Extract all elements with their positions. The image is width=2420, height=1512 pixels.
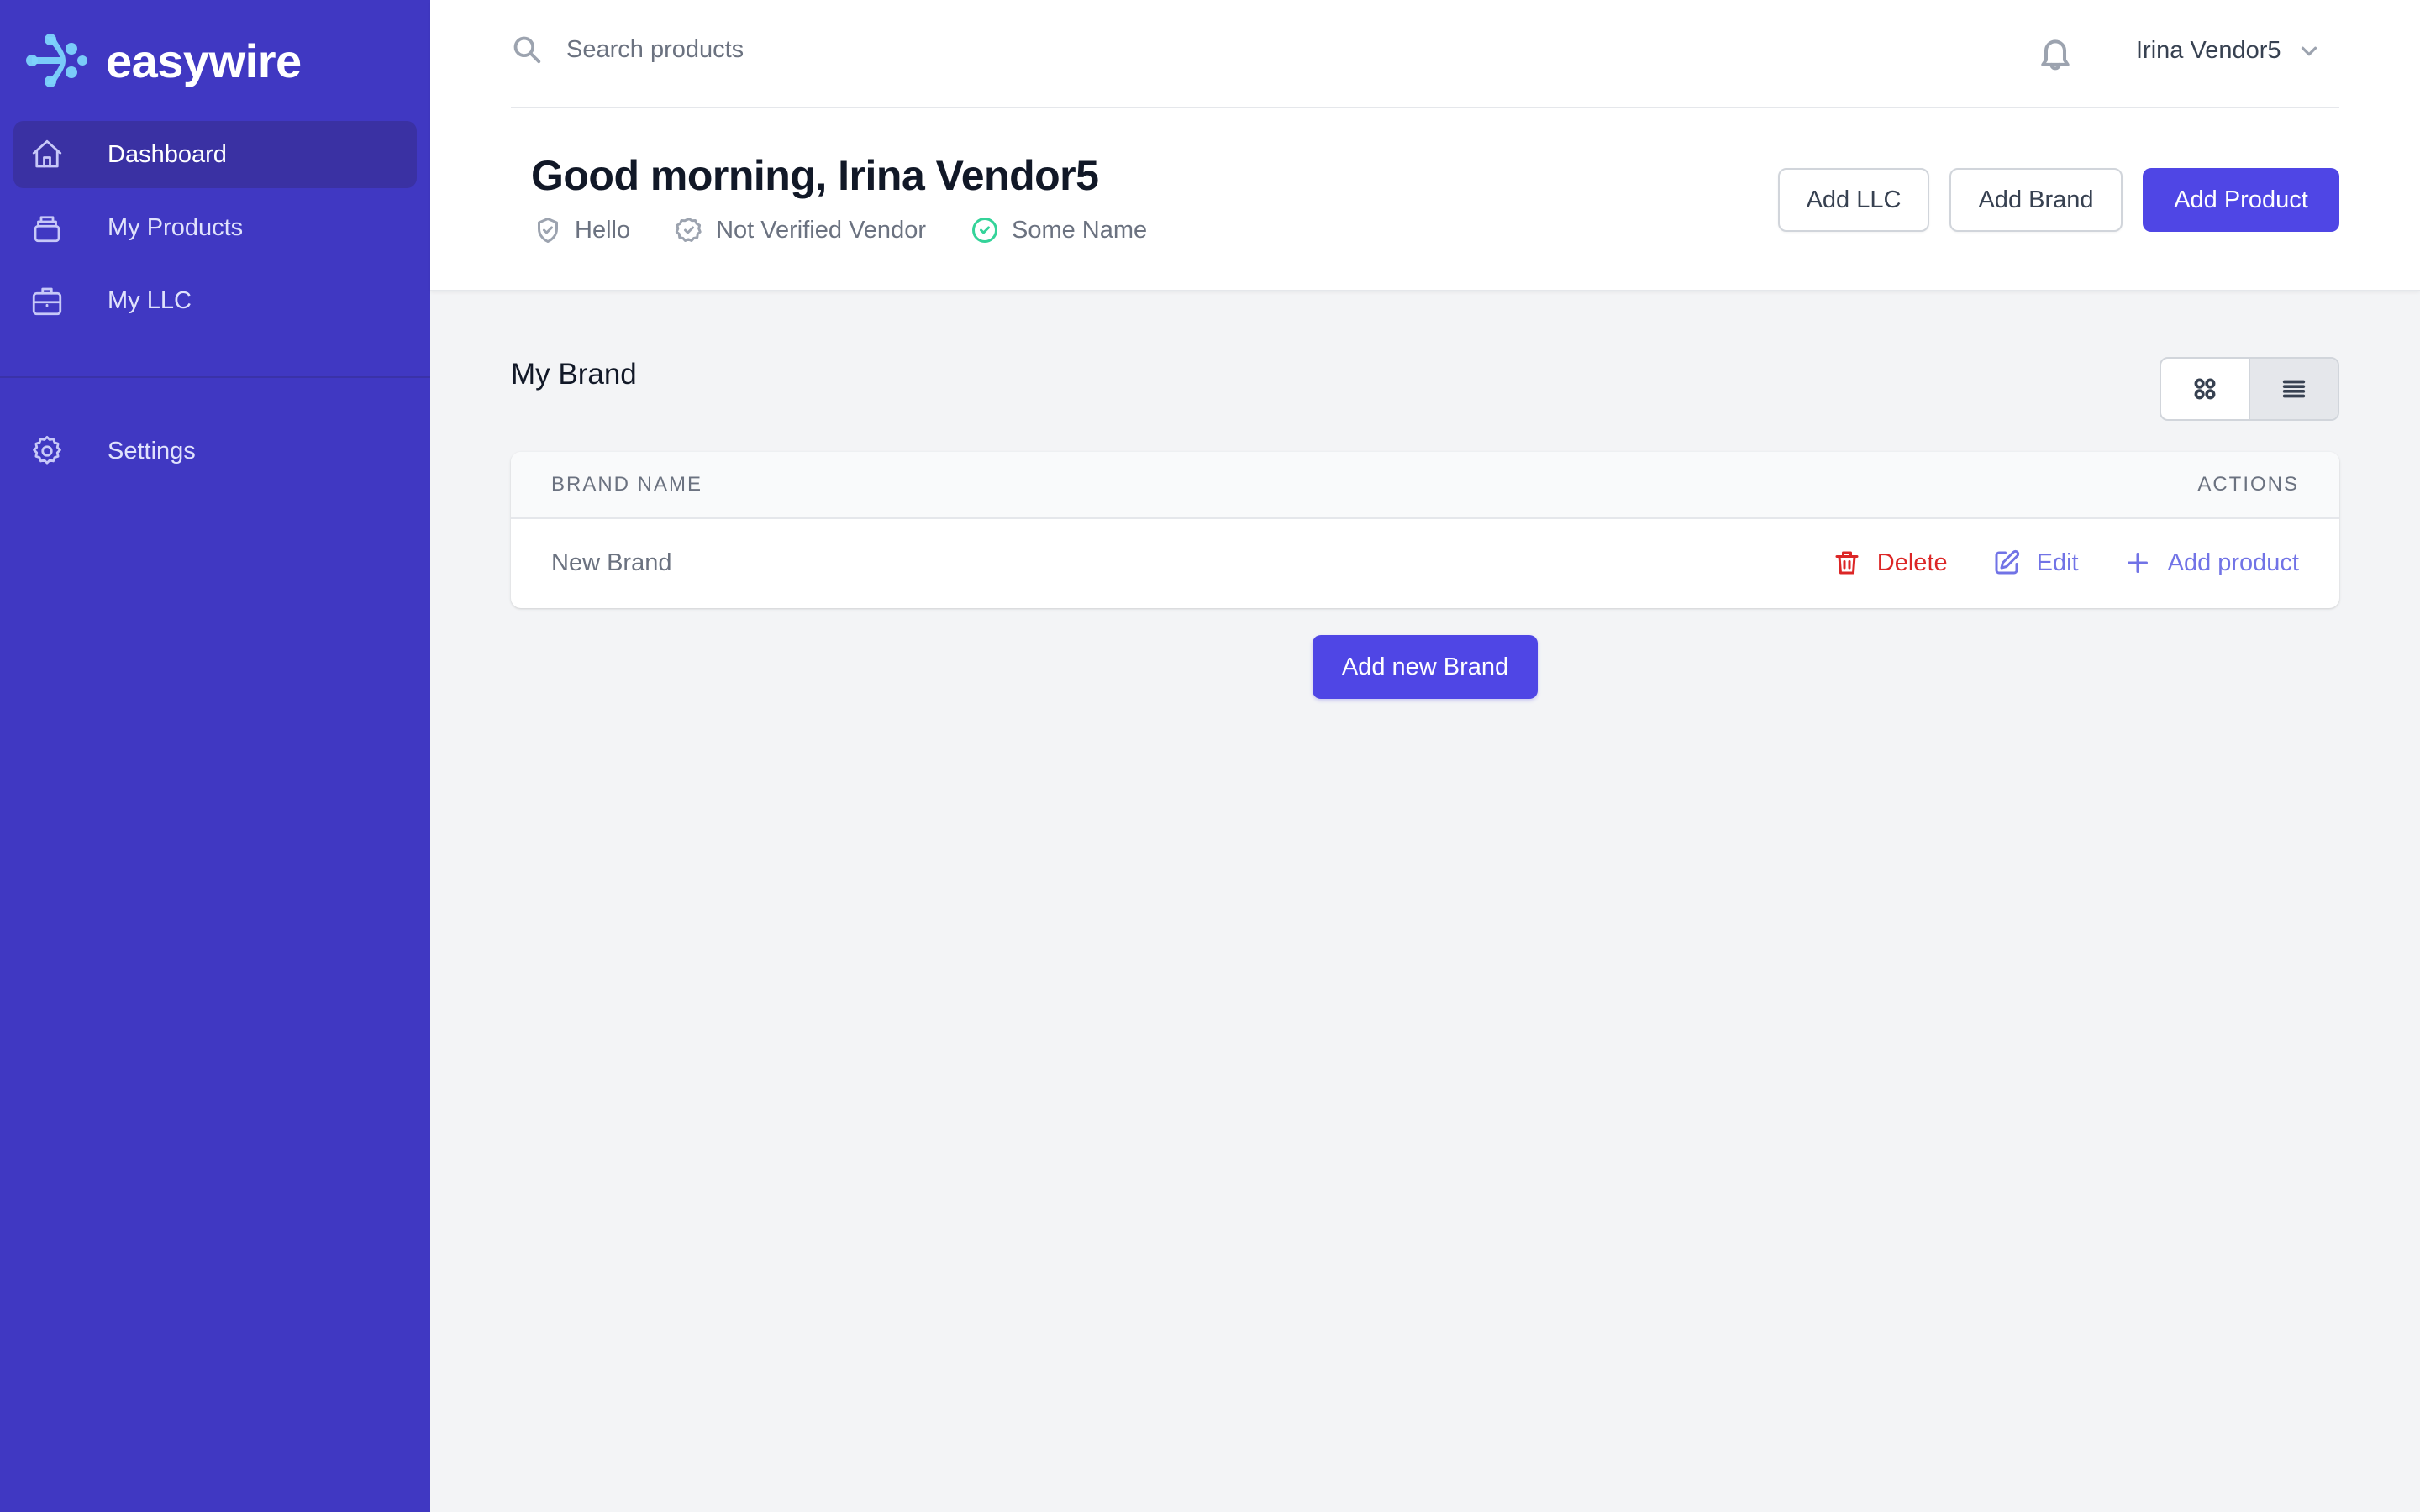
top-divider [511,107,2339,108]
bell-icon [2041,39,2070,71]
shield-check-icon [538,218,558,243]
add-product-button[interactable]: Add Product [2143,168,2339,232]
chevron-down-icon [2301,46,2317,55]
delete-button[interactable]: Delete [1832,548,1948,578]
search-bar [511,34,1323,66]
status-badge: Some Name [970,215,1147,245]
gear-icon [29,433,66,470]
sidebar-item-my-products[interactable]: My Products [13,194,417,261]
brand-table: BRAND NAME ACTIONS New Brand Delete Edit… [511,452,2339,608]
add-product-row-button[interactable]: Add product [2123,548,2299,578]
grid-icon [2194,378,2216,400]
grid-view-button[interactable] [2161,359,2249,419]
sidebar: easywire Dashboard My Products My LLC Se… [0,0,430,1512]
status-badge: Hello [533,215,630,245]
section-title: My Brand [511,358,637,391]
sidebar-item-label: My LLC [108,286,192,314]
view-toggle [2160,357,2339,421]
check-circle-icon [971,218,997,243]
column-header-actions: ACTIONS [2197,473,2299,496]
products-icon [29,209,66,246]
briefcase-icon [29,282,66,319]
home-icon [29,136,66,173]
add-new-brand-button[interactable]: Add new Brand [1313,635,1538,699]
list-view-button[interactable] [2249,359,2338,419]
add-brand-button[interactable]: Add Brand [1949,168,2123,232]
column-header-brand-name: BRAND NAME [551,473,703,496]
table-header: BRAND NAME ACTIONS [511,452,2339,519]
user-name: Irina Vendor5 [2136,37,2281,64]
easywire-logo-icon [26,34,87,87]
logo-text: easywire [106,34,302,87]
brand-name-cell: New Brand [551,549,672,576]
logo[interactable]: easywire [25,32,302,89]
plus-icon [2127,553,2148,573]
list-icon [2282,380,2306,398]
badge-check-icon [675,218,702,242]
sidebar-item-label: Settings [108,437,196,465]
edit-icon [1995,549,2019,575]
sidebar-item-label: My Products [108,213,244,241]
user-menu[interactable]: Irina Vendor5 [2136,37,2322,65]
row-actions: Delete Edit Add product [1788,548,2299,578]
status-badge: Not Verified Vendor [674,215,926,245]
table-row: New Brand Delete Edit Add product [511,519,2339,606]
notifications-button[interactable] [2037,34,2074,74]
status-badges: Hello Not Verified Vendor Some Name [533,215,1191,245]
sidebar-item-dashboard[interactable]: Dashboard [13,121,417,188]
sidebar-item-my-llc[interactable]: My LLC [13,267,417,334]
sidebar-item-settings[interactable]: Settings [13,417,417,485]
search-input[interactable] [566,35,1323,64]
page-title: Good morning, Irina Vendor5 [531,152,1099,199]
page-header: Irina Vendor5 Good morning, Irina Vendor… [430,0,2420,291]
add-llc-button[interactable]: Add LLC [1778,168,1929,232]
search-icon [513,36,541,64]
edit-button[interactable]: Edit [1991,548,2079,578]
sidebar-item-label: Dashboard [108,140,227,168]
trash-icon [1835,551,1859,575]
sidebar-divider [0,376,430,378]
